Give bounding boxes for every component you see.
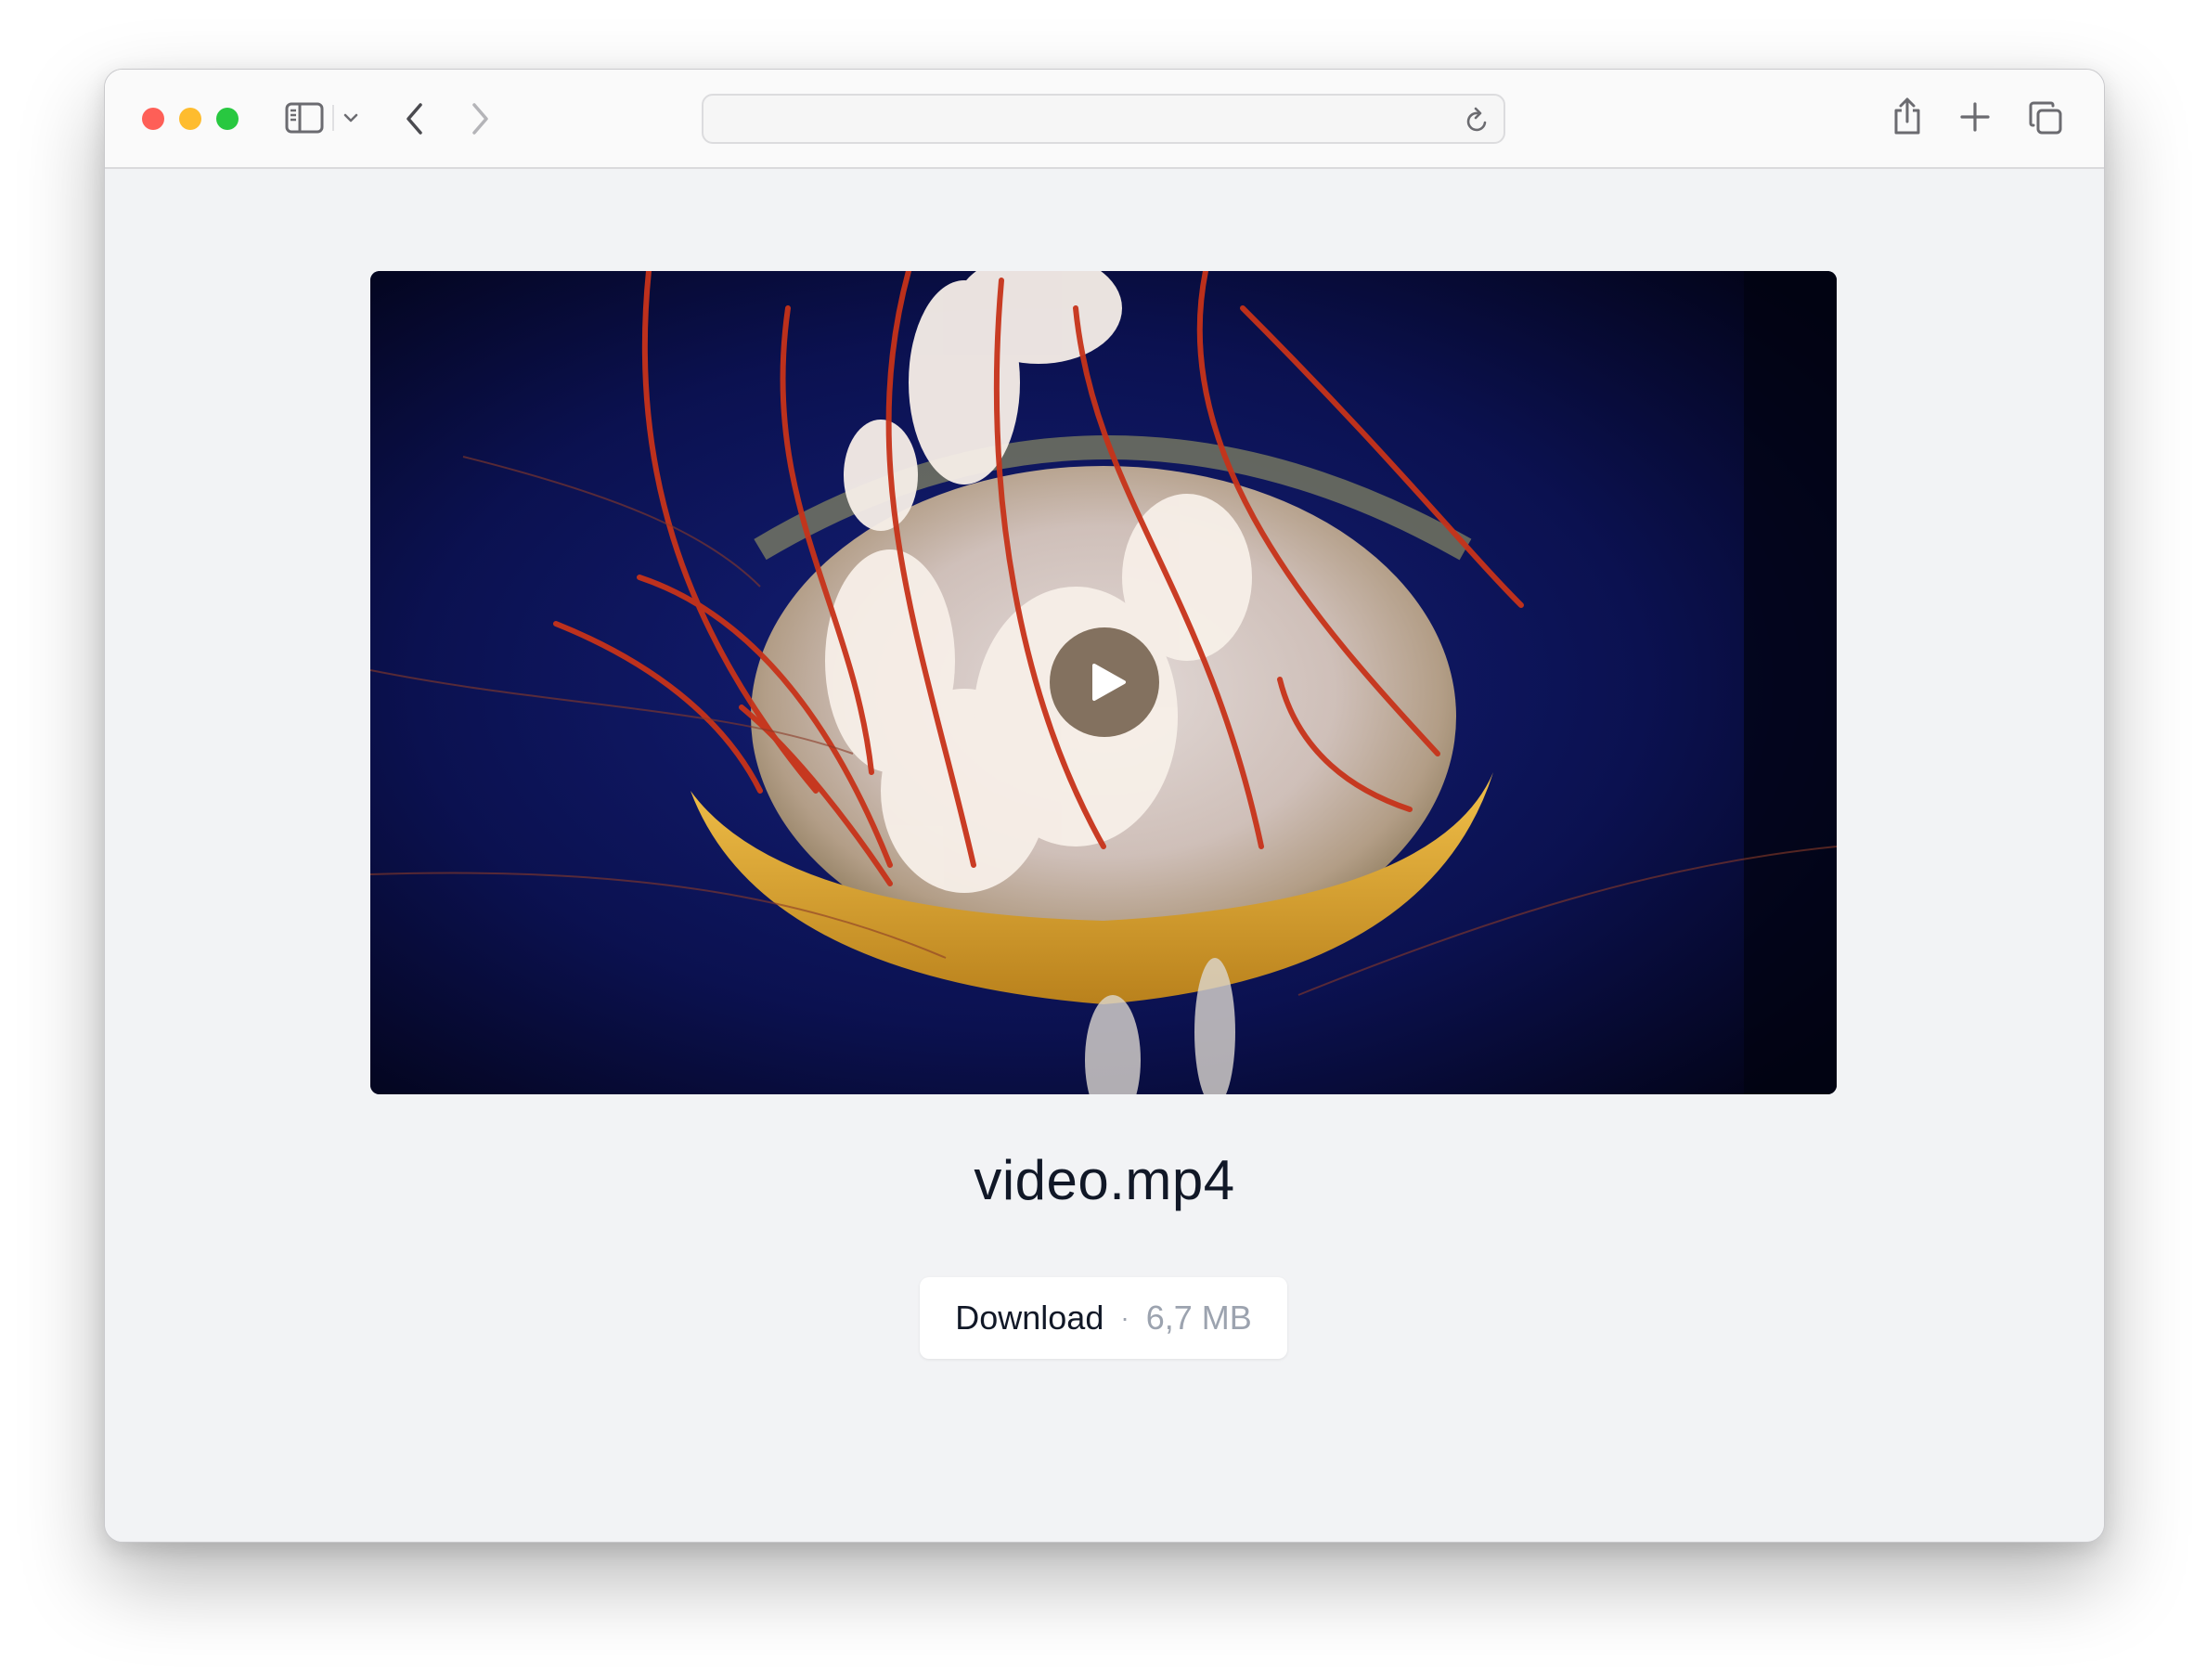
close-window-button[interactable] — [142, 108, 164, 130]
chevron-left-icon[interactable] — [404, 101, 426, 136]
browser-window: video.mp4 Download · 6,7 MB — [104, 69, 2105, 1543]
video-player[interactable] — [370, 271, 1837, 1094]
play-icon — [1092, 664, 1126, 701]
sidebar-icon[interactable] — [285, 102, 324, 134]
plus-icon[interactable] — [1959, 101, 1991, 133]
download-button[interactable]: Download · 6,7 MB — [920, 1277, 1287, 1359]
reload-icon[interactable] — [1465, 107, 1491, 135]
zoom-window-button[interactable] — [216, 108, 239, 130]
play-button[interactable] — [1050, 627, 1159, 737]
minimize-window-button[interactable] — [179, 108, 201, 130]
download-label: Download — [955, 1299, 1104, 1337]
browser-toolbar — [105, 70, 2104, 169]
chevron-down-icon[interactable] — [342, 112, 359, 123]
chevron-right-icon[interactable] — [469, 101, 491, 136]
address-bar[interactable] — [702, 94, 1505, 144]
tab-overview-icon[interactable] — [2028, 100, 2063, 136]
file-size: 6,7 MB — [1145, 1299, 1252, 1337]
file-name: video.mp4 — [974, 1149, 1235, 1211]
separator-dot: · — [1120, 1303, 1129, 1332]
share-icon[interactable] — [1891, 96, 1924, 136]
toolbar-divider — [332, 105, 334, 131]
